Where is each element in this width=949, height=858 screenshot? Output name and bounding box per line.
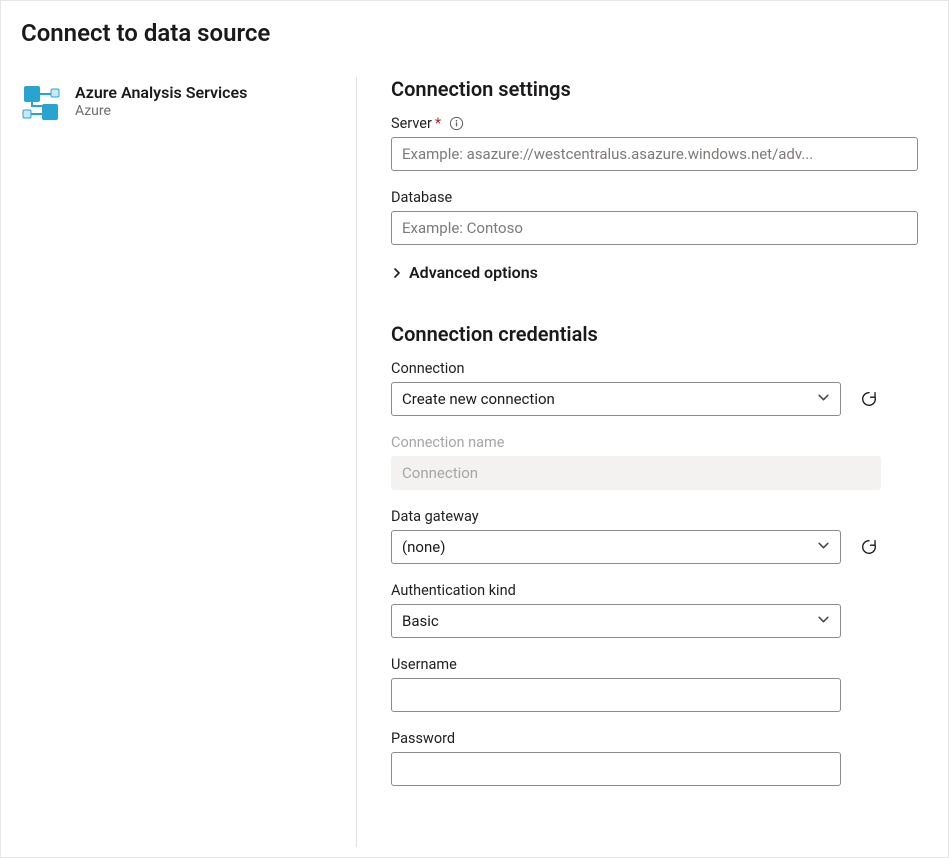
field-authentication-kind: Authentication kind Basic xyxy=(391,582,841,638)
database-input[interactable] xyxy=(391,211,918,245)
advanced-options-label: Advanced options xyxy=(409,263,538,282)
field-username: Username xyxy=(391,656,841,712)
server-input[interactable] xyxy=(391,137,918,171)
database-label: Database xyxy=(391,189,918,206)
data-gateway-select[interactable]: (none) xyxy=(391,530,841,564)
chevron-down-icon xyxy=(817,538,830,556)
connection-label: Connection xyxy=(391,360,918,377)
authentication-kind-select[interactable]: Basic xyxy=(391,604,841,638)
data-gateway-refresh-button[interactable] xyxy=(855,533,883,561)
connector-name: Azure Analysis Services xyxy=(75,83,247,102)
server-label-text: Server xyxy=(391,115,432,132)
field-connection: Connection Create new connection xyxy=(391,360,918,416)
form-panel: Connection settings Server * xyxy=(356,77,928,847)
advanced-options-toggle[interactable]: Advanced options xyxy=(391,263,918,282)
chevron-right-icon xyxy=(391,267,403,279)
connector-panel: Azure Analysis Services Azure xyxy=(21,77,356,847)
azure-analysis-services-icon xyxy=(21,83,61,123)
data-gateway-selected-value: (none) xyxy=(402,538,445,556)
chevron-down-icon xyxy=(817,390,830,408)
password-label: Password xyxy=(391,730,841,747)
refresh-icon xyxy=(860,538,878,556)
connection-select[interactable]: Create new connection xyxy=(391,382,841,416)
field-database: Database xyxy=(391,189,918,245)
section-connection-settings: Connection settings xyxy=(391,77,918,101)
password-input[interactable] xyxy=(391,752,841,786)
connector-category: Azure xyxy=(75,102,247,120)
connector-item: Azure Analysis Services Azure xyxy=(21,77,336,123)
connector-text: Azure Analysis Services Azure xyxy=(75,83,247,120)
authentication-kind-label: Authentication kind xyxy=(391,582,841,599)
username-label: Username xyxy=(391,656,841,673)
connection-selected-value: Create new connection xyxy=(402,390,555,408)
field-connection-name: Connection name xyxy=(391,434,881,490)
dialog-connect-data-source: Connect to data source Azure xyxy=(0,0,949,858)
authentication-kind-selected-value: Basic xyxy=(402,612,439,630)
server-label: Server * xyxy=(391,115,918,132)
refresh-icon xyxy=(860,390,878,408)
connection-name-input xyxy=(391,456,881,490)
chevron-down-icon xyxy=(817,612,830,630)
username-input[interactable] xyxy=(391,678,841,712)
section-connection-credentials: Connection credentials xyxy=(391,322,918,346)
dialog-body: Azure Analysis Services Azure Connection… xyxy=(1,59,948,857)
data-gateway-label: Data gateway xyxy=(391,508,918,525)
connection-name-label: Connection name xyxy=(391,434,881,451)
info-icon[interactable] xyxy=(449,116,464,131)
page-title: Connect to data source xyxy=(1,1,948,59)
required-star-icon: * xyxy=(435,115,441,132)
field-password: Password xyxy=(391,730,841,786)
field-data-gateway: Data gateway (none) xyxy=(391,508,918,564)
field-server: Server * xyxy=(391,115,918,171)
connection-refresh-button[interactable] xyxy=(855,385,883,413)
